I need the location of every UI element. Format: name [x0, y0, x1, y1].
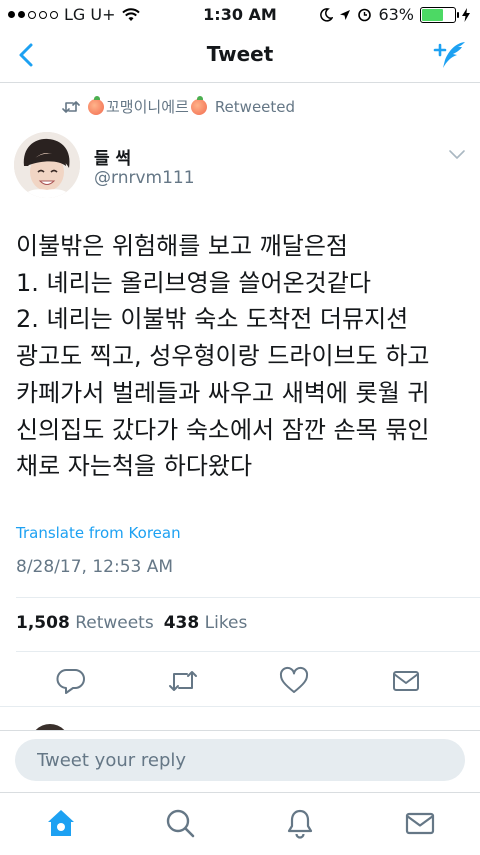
author-display-name[interactable]: 들 썩 [94, 144, 131, 169]
status-icons: 63% [319, 5, 470, 24]
tweet-line: 신의집도 갔다가 숙소에서 잠깐 손목 묶인 [16, 415, 430, 444]
tweet-line: 이불밖은 위험해를 보고 깨달은점 [16, 232, 349, 260]
status-bar: LG U+ 1:30 AM 63% [0, 0, 480, 30]
avatar[interactable] [14, 132, 80, 198]
tweet-author[interactable]: 들 썩 @rnrvm111 [14, 132, 466, 202]
chevron-down-icon[interactable] [448, 148, 466, 160]
tweet-body: 이불밖은 위험해를 보고 깨달은점 1. 녜리는 올리브영을 쓸어온것같다 2.… [16, 228, 466, 485]
do-not-disturb-moon-icon [320, 7, 334, 22]
peach-emoji-icon [190, 95, 207, 115]
reply-bar [0, 730, 480, 793]
charging-bolt-icon [462, 7, 470, 22]
reply-icon[interactable] [55, 665, 87, 697]
peach-emoji-icon [88, 95, 104, 115]
likes-label: Likes [204, 613, 248, 633]
notifications-bell-icon[interactable] [284, 807, 316, 839]
tweet-line: 광고도 찍고, 성우형이랑 드라이브도 하고 [16, 342, 430, 371]
compose-tweet-icon[interactable] [432, 38, 468, 74]
tweet-line: 1. 녜리는 올리브영을 쓸어온것같다 [16, 268, 371, 297]
tweet-stats: 1,508 Retweets 438 Likes [16, 613, 247, 633]
tweet-line: 2. 녜리는 이불밖 숙소 도착전 더뮤지션 [16, 305, 409, 334]
divider [0, 706, 480, 707]
search-icon[interactable] [164, 807, 196, 839]
retweets-stat[interactable]: 1,508 Retweets [16, 613, 154, 633]
divider [16, 651, 480, 652]
messages-envelope-icon[interactable] [404, 807, 436, 839]
likes-count: 438 [163, 613, 200, 633]
author-handle[interactable]: @rnrvm111 [94, 168, 195, 188]
battery-icon [420, 6, 459, 23]
retweet-icon[interactable] [167, 665, 199, 697]
location-arrow-icon [340, 9, 351, 20]
direct-message-icon[interactable] [390, 665, 422, 697]
retweeter-name: 꼬맹이니에르 [106, 98, 189, 116]
navigation-bar: Tweet [0, 30, 480, 83]
battery-percent: 63% [378, 5, 414, 24]
tab-bar [0, 792, 480, 855]
tweet-timestamp: 8/28/17, 12:53 AM [16, 557, 174, 577]
retweets-label: Retweets [75, 613, 154, 633]
retweeted-label: Retweeted [214, 97, 296, 116]
retweets-count: 1,508 [16, 613, 70, 633]
tweet-line: 카페가서 벌레들과 싸우고 새벽에 롯월 귀 [16, 378, 430, 407]
tweet-actions [0, 665, 480, 701]
page-title: Tweet [206, 42, 274, 66]
retweet-small-icon [62, 100, 80, 113]
divider [16, 597, 480, 598]
like-heart-icon[interactable] [278, 665, 310, 697]
reply-input[interactable] [15, 739, 465, 781]
translate-link[interactable]: Translate from Korean [16, 524, 181, 542]
battery-level-fill [422, 8, 444, 21]
tweet-line: 채로 자는척을 하다왔다 [16, 452, 253, 481]
home-icon[interactable] [45, 807, 77, 839]
alarm-clock-icon [358, 8, 372, 22]
avatar-photo [14, 132, 80, 198]
retweeted-by-row[interactable]: 꼬맹이니에르 Retweeted [62, 95, 296, 117]
likes-stat[interactable]: 438 Likes [164, 613, 248, 633]
retweeter: 꼬맹이니에르 [88, 95, 207, 117]
